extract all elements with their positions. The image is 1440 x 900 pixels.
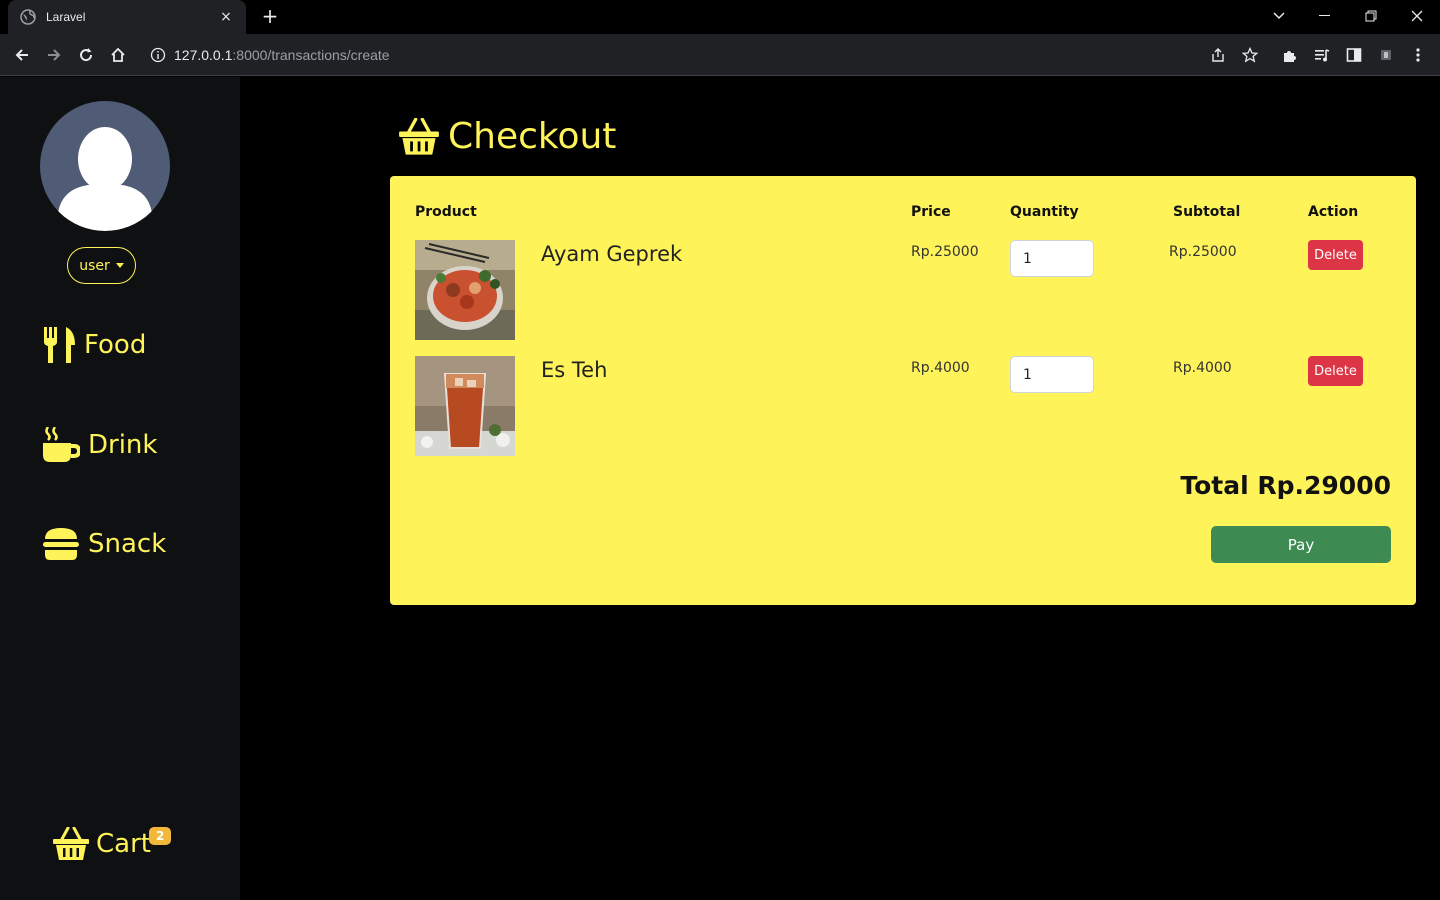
- delete-button[interactable]: Delete: [1308, 240, 1363, 270]
- site-info-icon[interactable]: [150, 47, 166, 63]
- burger-icon: [43, 528, 79, 560]
- reload-icon[interactable]: [72, 42, 100, 68]
- cart-label: Cart: [96, 829, 151, 859]
- table-row: Ayam Geprek Rp.25000 Rp.25000 Delete: [390, 240, 1416, 340]
- browser-tab-strip: Laravel × +: [0, 0, 1440, 34]
- cart-count-badge: 2: [148, 827, 172, 845]
- bookmark-star-icon[interactable]: [1239, 44, 1261, 66]
- basket-icon: [53, 827, 89, 860]
- product-price: Rp.25000: [911, 244, 979, 260]
- sidebar-item-label: Snack: [88, 529, 167, 559]
- product-name: Es Teh: [541, 358, 608, 382]
- sidebar-item-food[interactable]: Food: [42, 327, 146, 363]
- sidebar-cart-link[interactable]: Cart 2: [52, 827, 172, 861]
- browser-toolbar: 127.0.0.1:8000/transactions/create: [0, 34, 1440, 76]
- globe-icon: [20, 9, 36, 25]
- url-text: 127.0.0.1:8000/transactions/create: [174, 47, 390, 63]
- home-icon[interactable]: [104, 42, 132, 68]
- quantity-input[interactable]: [1010, 240, 1094, 277]
- tab-close-icon[interactable]: ×: [218, 9, 234, 25]
- tab-search-icon[interactable]: [1256, 0, 1302, 32]
- product-name: Ayam Geprek: [541, 242, 683, 266]
- utensils-icon: [44, 327, 75, 363]
- product-image: [415, 240, 515, 340]
- extensions-icon[interactable]: [1279, 44, 1301, 66]
- menu-kebab-icon[interactable]: [1407, 44, 1429, 66]
- browser-tab[interactable]: Laravel ×: [8, 0, 246, 34]
- column-header-price: Price: [911, 204, 951, 220]
- sidebar-item-label: Food: [84, 330, 147, 360]
- new-tab-button[interactable]: +: [258, 6, 282, 28]
- order-total: Total Rp.29000: [1180, 471, 1391, 500]
- sidebar-item-snack[interactable]: Snack: [42, 527, 166, 561]
- close-window-icon[interactable]: [1394, 0, 1440, 32]
- user-dropdown-button[interactable]: user: [67, 247, 136, 284]
- restore-icon[interactable]: [1348, 0, 1394, 32]
- tab-title: Laravel: [46, 10, 86, 24]
- avatar: [40, 101, 170, 231]
- column-header-action: Action: [1308, 204, 1359, 220]
- caret-down-icon: [115, 263, 124, 268]
- page-title: Checkout: [398, 116, 616, 157]
- product-subtotal: Rp.25000: [1169, 244, 1237, 260]
- checkout-card: Product Price Quantity Subtotal Action A…: [390, 176, 1416, 605]
- quantity-input[interactable]: [1010, 356, 1094, 393]
- basket-icon: [399, 117, 439, 155]
- sidebar-item-drink[interactable]: Drink: [42, 427, 157, 463]
- minimize-icon[interactable]: [1302, 0, 1348, 32]
- product-subtotal: Rp.4000: [1173, 360, 1232, 376]
- side-panel-icon[interactable]: [1343, 44, 1365, 66]
- column-header-subtotal: Subtotal: [1173, 204, 1241, 220]
- column-header-product: Product: [415, 204, 477, 220]
- sidebar-item-label: Drink: [88, 430, 158, 460]
- back-arrow-icon[interactable]: [8, 42, 36, 68]
- share-icon[interactable]: [1207, 44, 1229, 66]
- pay-button[interactable]: Pay: [1211, 526, 1391, 563]
- user-silhouette-icon: [58, 127, 152, 231]
- product-price: Rp.4000: [911, 360, 970, 376]
- coffee-cup-icon: [43, 427, 80, 462]
- media-playlist-icon[interactable]: [1311, 44, 1333, 66]
- forward-arrow-icon[interactable]: [40, 42, 68, 68]
- profile-icon[interactable]: [1375, 44, 1397, 66]
- table-row: Es Teh Rp.4000 Rp.4000 Delete: [390, 356, 1416, 456]
- user-dropdown-label: user: [79, 257, 110, 274]
- page-title-text: Checkout: [448, 116, 617, 157]
- column-header-quantity: Quantity: [1010, 204, 1079, 220]
- sidebar: user Food Drink Snack Cart 2: [0, 77, 240, 900]
- address-bar[interactable]: 127.0.0.1:8000/transactions/create: [140, 39, 1240, 71]
- delete-button[interactable]: Delete: [1308, 356, 1363, 386]
- product-image: [415, 356, 515, 456]
